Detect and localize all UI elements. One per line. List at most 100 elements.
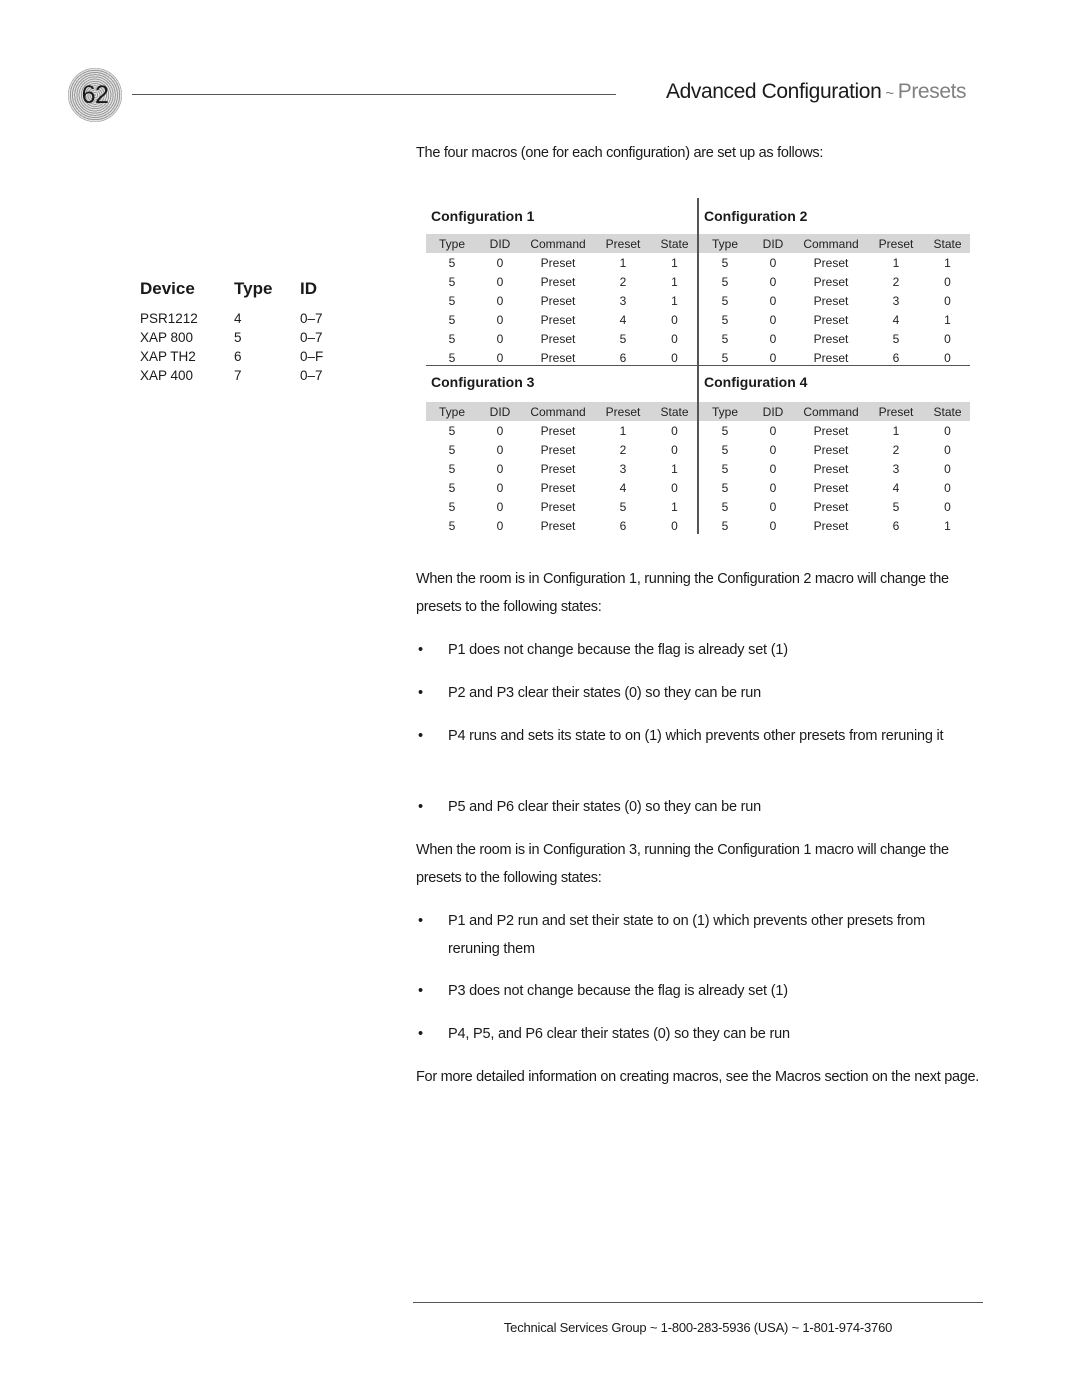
config-cell-preset: 1 <box>892 423 900 438</box>
config-cell-did: 0 <box>769 255 777 270</box>
config-cell-state: 0 <box>671 312 678 327</box>
config-title: Configuration 2 <box>704 208 808 224</box>
config-cell-type: 5 <box>448 423 456 438</box>
config-cell-preset: 4 <box>892 312 900 327</box>
header-divider <box>132 94 616 95</box>
config-cell-state: 1 <box>671 461 678 476</box>
config-cell-did: 0 <box>769 312 777 327</box>
device-row: XAP TH2 6 0–F <box>140 347 340 366</box>
config-column-header: Command <box>530 236 586 251</box>
device-name: PSR1212 <box>140 311 198 326</box>
intro-text: The four macros (one for each configurat… <box>416 145 824 161</box>
config-cell-state: 1 <box>944 518 951 533</box>
config-header-row: Type DID Command Preset State <box>426 402 697 421</box>
config-cell-did: 0 <box>496 255 504 270</box>
config-cell-did: 0 <box>496 442 504 457</box>
config-column-header: DID <box>762 236 784 251</box>
config-cell-command: Preset <box>813 499 849 514</box>
device-id-range: 0–7 <box>300 368 323 383</box>
config-column-header: Command <box>803 236 859 251</box>
bullet-text: P1 does not change because the flag is a… <box>448 642 788 658</box>
device-name: XAP 400 <box>140 368 194 383</box>
config-cell-type: 5 <box>721 350 729 365</box>
section-title: Advanced Configuration <box>666 80 882 103</box>
config-row: 5 0 Preset 1 1 <box>426 253 697 272</box>
config-cell-command: Preset <box>540 480 576 495</box>
config-cell-preset: 3 <box>619 461 627 476</box>
config-row: 5 0 Preset 6 0 <box>426 348 697 367</box>
config-cell-preset: 4 <box>619 480 627 495</box>
config-cell-type: 5 <box>448 350 456 365</box>
config-cell-did: 0 <box>496 499 504 514</box>
config-3-table: Configuration 3 Type DID Command Preset State… <box>426 366 697 535</box>
config-cell-state: 0 <box>944 442 951 457</box>
section2-paragraph: When the room is in Configuration 3, run… <box>416 842 949 886</box>
config-cell-preset: 2 <box>892 442 900 457</box>
config-cell-did: 0 <box>769 480 777 495</box>
config-cell-state: 0 <box>671 423 678 438</box>
config-cell-command: Preset <box>813 423 849 438</box>
config-table: Type DID Command Preset State 5 0 Preset 1 0 5 0 Pre… <box>426 402 697 535</box>
config-cell-command: Preset <box>813 442 849 457</box>
config-cell-state: 0 <box>671 480 678 495</box>
config-column-header: State <box>660 236 689 251</box>
config-cell-state: 0 <box>944 350 951 365</box>
config-cell-preset: 5 <box>892 499 900 514</box>
config-cell-command: Preset <box>813 293 849 308</box>
config-cell-state: 1 <box>671 274 678 289</box>
config-cell-state: 0 <box>944 331 951 346</box>
config-row: 5 0 Preset 4 0 <box>699 478 970 497</box>
config-cell-did: 0 <box>769 274 777 289</box>
config-cell-did: 0 <box>769 518 777 533</box>
config-row: 5 0 Preset 3 0 <box>699 291 970 310</box>
config-row: 5 0 Preset 6 0 <box>426 516 697 535</box>
config-cell-did: 0 <box>769 423 777 438</box>
device-row: XAP 800 5 0–7 <box>140 328 340 347</box>
closing-paragraph: For more detailed information on creatin… <box>416 1069 979 1085</box>
device-name: XAP 800 <box>140 330 194 345</box>
bullet-text: P1 and P2 run and set their state to on … <box>448 913 926 957</box>
config-cell-command: Preset <box>813 518 849 533</box>
device-id-range: 0–F <box>300 349 324 364</box>
device-row: PSR1212 4 0–7 <box>140 309 340 328</box>
config-cell-command: Preset <box>813 255 849 270</box>
config-cell-preset: 4 <box>619 312 627 327</box>
config-header-row: Type DID Command Preset State <box>699 234 970 253</box>
config-cell-did: 0 <box>496 518 504 533</box>
config-cell-type: 5 <box>721 312 729 327</box>
bullet-text: P3 does not change because the flag is a… <box>448 983 788 999</box>
config-cell-state: 0 <box>671 518 678 533</box>
config-column-header: State <box>660 404 689 419</box>
config-cell-state: 0 <box>944 293 951 308</box>
bullet-text: P2 and P3 clear their states (0) so they… <box>448 685 762 701</box>
section1-bullet: • P1 does not change because the flag is… <box>416 637 976 665</box>
config-cell-type: 5 <box>448 293 456 308</box>
config-column-header: Command <box>530 404 586 419</box>
config-cell-command: Preset <box>540 461 576 476</box>
config-row: 5 0 Preset 4 0 <box>426 310 697 329</box>
config-cell-type: 5 <box>721 423 729 438</box>
config-cell-type: 5 <box>721 331 729 346</box>
config-2-table: Configuration 2 Type DID Command Preset State… <box>699 198 970 367</box>
section1-bullet: • P2 and P3 clear their states (0) so th… <box>416 680 976 708</box>
type-header: Type <box>234 279 273 298</box>
config-cell-type: 5 <box>721 461 729 476</box>
config-cell-state: 0 <box>671 350 678 365</box>
section2-bullet: • P1 and P2 run and set their state to o… <box>416 908 976 963</box>
bullet-icon: • <box>418 685 423 701</box>
config-cell-command: Preset <box>540 312 576 327</box>
config-column-header: DID <box>489 236 511 251</box>
config-cell-type: 5 <box>721 480 729 495</box>
config-row: 5 0 Preset 6 0 <box>699 348 970 367</box>
bullet-text: P5 and P6 clear their states (0) so they… <box>448 799 762 815</box>
bullet-icon: • <box>418 642 423 658</box>
config-row: 5 0 Preset 2 0 <box>426 440 697 459</box>
config-cell-command: Preset <box>540 274 576 289</box>
bullet-text: P4, P5, and P6 clear their states (0) so… <box>448 1026 790 1042</box>
bullet-text: P4 runs and sets its state to on (1) whi… <box>448 728 944 744</box>
config-column-header: Preset <box>878 404 914 419</box>
config-row: 5 0 Preset 4 0 <box>426 478 697 497</box>
config-cell-command: Preset <box>813 331 849 346</box>
device-id-range: 0–7 <box>300 330 323 345</box>
config-cell-state: 1 <box>944 312 951 327</box>
